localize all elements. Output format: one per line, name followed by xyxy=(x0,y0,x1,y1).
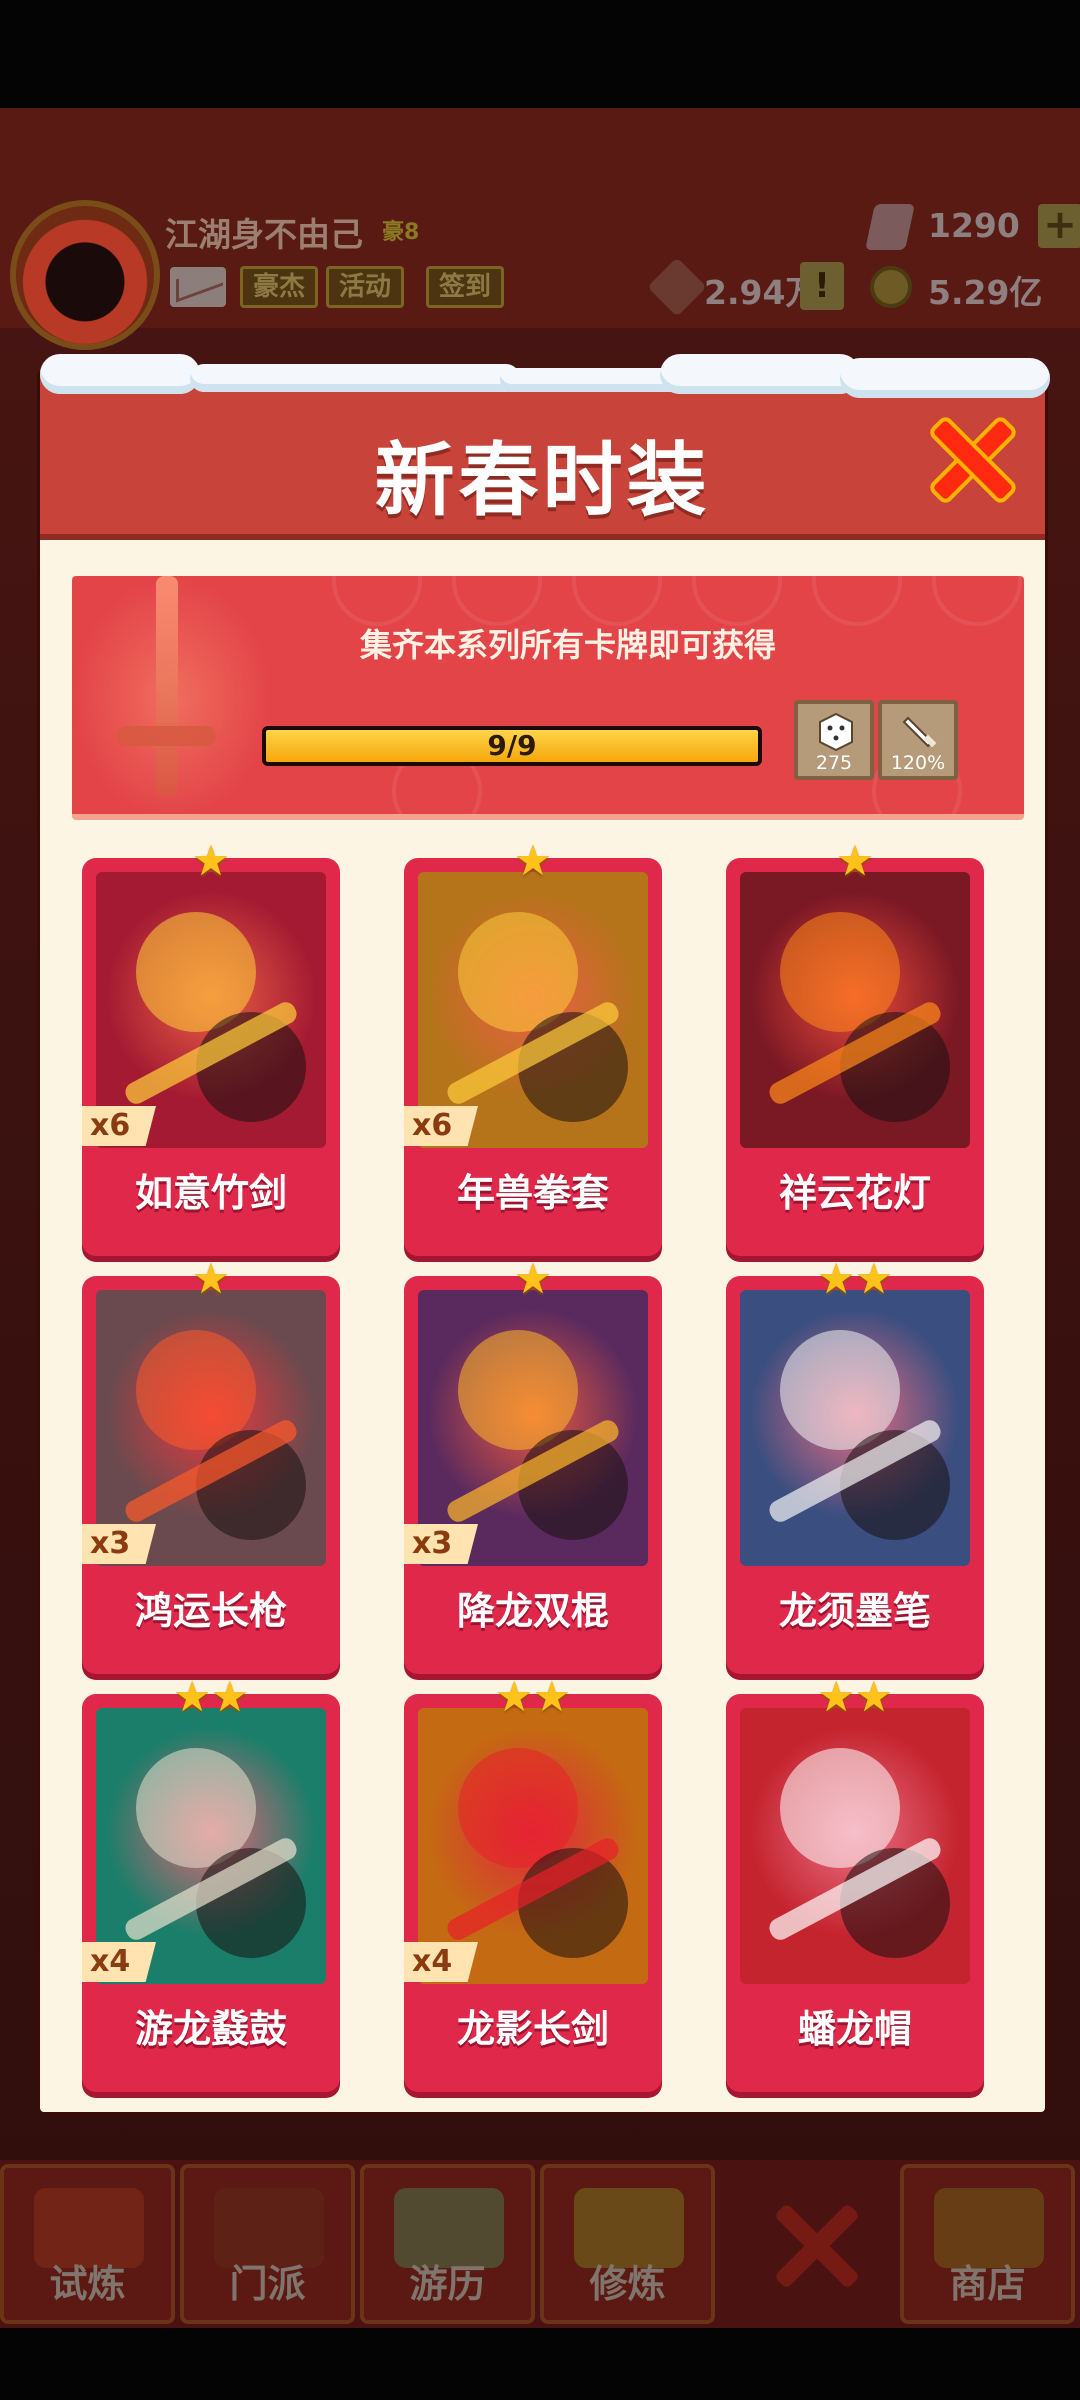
collection-progress-bar: 9/9 xyxy=(262,726,762,766)
card-name: 龙影长剑 xyxy=(456,2007,609,2051)
costume-card[interactable]: x3 ★ 降龙双棍 xyxy=(404,1258,662,1674)
close-button[interactable] xyxy=(924,412,1020,508)
star-icon: ★ xyxy=(817,1254,855,1303)
card-stars: ★ xyxy=(404,840,662,882)
banner-text: 集齐本系列所有卡牌即可获得 xyxy=(359,626,776,664)
dice-icon xyxy=(819,712,853,752)
star-icon: ★ xyxy=(855,1672,893,1721)
gem-value: 1290 xyxy=(928,206,1020,245)
costume-card[interactable]: ★ 祥云花灯 xyxy=(726,840,984,1256)
card-name: 降龙双棍 xyxy=(456,1589,609,1633)
card-name: 游龙鼗鼓 xyxy=(134,2007,287,2051)
reward-dice[interactable]: 275 xyxy=(794,700,874,780)
reward-attack[interactable]: 120% xyxy=(878,700,958,780)
tab-label: 试炼 xyxy=(49,2262,126,2306)
tab-label: 商店 xyxy=(949,2262,1026,2306)
mail-icon[interactable] xyxy=(170,267,226,307)
sword-icon xyxy=(902,716,937,748)
modal-title: 新春时装 xyxy=(374,434,711,527)
snow-decoration xyxy=(190,364,520,392)
tab-sect[interactable]: 门派 xyxy=(180,2164,355,2324)
costume-card[interactable]: x4 ★★ 龙影长剑 xyxy=(404,1676,662,2092)
card-artwork xyxy=(740,1290,970,1566)
coin-counter: 5.29亿 xyxy=(870,262,1070,312)
add-gems-button[interactable]: + xyxy=(1038,204,1080,248)
reward-value: 120% xyxy=(890,752,946,774)
star-icon: ★ xyxy=(495,1672,533,1721)
checkin-button[interactable]: 签到 xyxy=(426,266,505,308)
card-count-badge: x3 xyxy=(404,1524,478,1564)
card-stars: ★★ xyxy=(726,1258,984,1300)
player-rank-badge: 豪8 xyxy=(382,220,420,245)
card-artwork xyxy=(740,1708,970,1984)
costume-modal: 新春时装 集齐本系列所有卡牌即可获得 9/9 275 120% x6 ★ 如意竹… xyxy=(40,354,1050,2112)
star-icon: ★ xyxy=(533,1672,571,1721)
card-name: 蟠龙帽 xyxy=(797,2007,912,2051)
tab-travel[interactable]: 游历 xyxy=(360,2164,535,2324)
status-bar xyxy=(0,0,1080,108)
tab-trial[interactable]: 试炼 xyxy=(0,2164,175,2324)
token-counter: 2.94万 xyxy=(647,257,818,317)
card-stars: ★★ xyxy=(404,1676,662,1718)
costume-card[interactable]: x6 ★ 如意竹剑 xyxy=(82,840,340,1256)
tab-cultivate[interactable]: 修炼 xyxy=(540,2164,715,2324)
gem-icon xyxy=(865,204,915,250)
set-reward-banner: 集齐本系列所有卡牌即可获得 9/9 275 120% xyxy=(72,576,1024,820)
event-button[interactable]: 活动 xyxy=(326,266,405,308)
star-icon: ★ xyxy=(192,836,230,885)
costume-card[interactable]: x6 ★ 年兽拳套 xyxy=(404,840,662,1256)
snow-decoration xyxy=(40,354,200,394)
card-count-badge: x4 xyxy=(82,1942,156,1982)
progress-text: 9/9 xyxy=(487,729,537,762)
star-icon: ★ xyxy=(514,836,552,885)
card-artwork xyxy=(740,872,970,1148)
snow-decoration xyxy=(660,354,860,394)
card-name: 鸿运长枪 xyxy=(134,1589,287,1633)
star-icon: ★ xyxy=(173,1672,211,1721)
costume-card[interactable]: ★★ 蟠龙帽 xyxy=(726,1676,984,2092)
token-icon xyxy=(647,257,707,317)
gem-counter: 1290 + xyxy=(865,200,1080,252)
sword-art xyxy=(116,576,216,796)
warning-button[interactable]: ! xyxy=(800,262,844,310)
player-avatar[interactable] xyxy=(10,200,160,350)
costume-card[interactable]: x3 ★ 鸿运长枪 xyxy=(82,1258,340,1674)
card-stars: ★ xyxy=(726,840,984,882)
snow-decoration xyxy=(840,358,1050,398)
tab-label: 修炼 xyxy=(589,2262,666,2306)
star-icon: ★ xyxy=(192,1254,230,1303)
card-name: 龙须墨笔 xyxy=(778,1589,931,1633)
hero-button[interactable]: 豪杰 xyxy=(240,266,319,308)
coin-value: 5.29亿 xyxy=(928,273,1043,312)
star-icon: ★ xyxy=(514,1254,552,1303)
modal-header: 新春时装 xyxy=(40,354,1050,540)
coin-icon xyxy=(870,266,912,308)
card-count-badge: x6 xyxy=(404,1106,478,1146)
card-count-badge: x3 xyxy=(82,1524,156,1564)
card-stars: ★ xyxy=(82,840,340,882)
card-count-badge: x6 xyxy=(82,1106,156,1146)
card-stars: ★ xyxy=(82,1258,340,1300)
star-icon: ★ xyxy=(836,836,874,885)
tab-label: 游历 xyxy=(409,2262,486,2306)
card-name: 年兽拳套 xyxy=(456,1171,609,1215)
star-icon: ★ xyxy=(211,1672,249,1721)
reward-value: 275 xyxy=(815,752,853,774)
card-name: 祥云花灯 xyxy=(778,1171,931,1215)
navigation-bar xyxy=(0,2328,1080,2400)
tab-label: 门派 xyxy=(229,2262,306,2306)
costume-card[interactable]: x4 ★★ 游龙鼗鼓 xyxy=(82,1676,340,2092)
star-icon: ★ xyxy=(817,1672,855,1721)
costume-card[interactable]: ★★ 龙须墨笔 xyxy=(726,1258,984,1674)
star-icon: ★ xyxy=(855,1254,893,1303)
card-name: 如意竹剑 xyxy=(134,1171,287,1215)
card-stars: ★ xyxy=(404,1258,662,1300)
player-name: 江湖身不由己 xyxy=(165,215,363,254)
card-count-badge: x4 xyxy=(404,1942,478,1982)
tab-shop[interactable]: 商店 xyxy=(900,2164,1075,2324)
tab-close-icon[interactable] xyxy=(770,2200,860,2290)
card-stars: ★★ xyxy=(82,1676,340,1718)
card-stars: ★★ xyxy=(726,1676,984,1718)
